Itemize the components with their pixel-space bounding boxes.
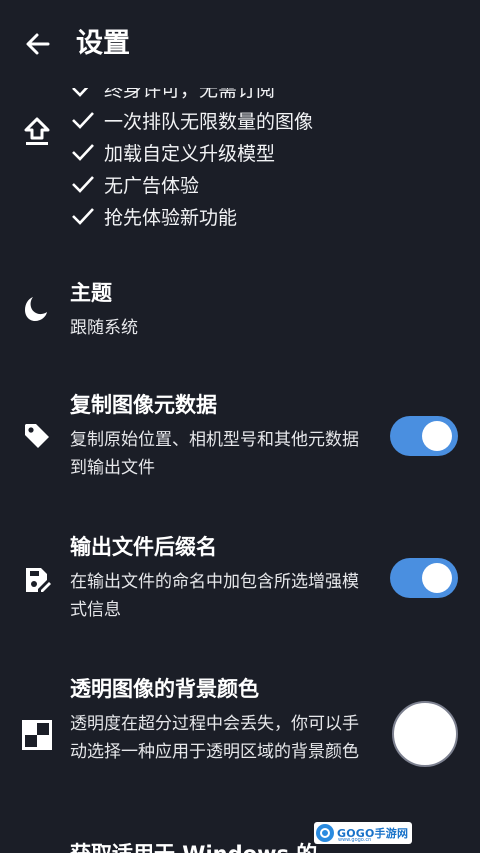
background-color-swatch[interactable]: [392, 701, 458, 767]
output-suffix-title: 输出文件后缀名: [70, 535, 217, 559]
feature-item: 无广告体验: [70, 168, 400, 200]
watermark-subtext: www.gogo.cn: [338, 837, 372, 843]
arrow-left-icon: [26, 33, 50, 55]
copy-metadata-toggle[interactable]: [390, 416, 458, 456]
check-icon: [72, 144, 94, 161]
toggle-knob: [422, 563, 452, 593]
check-icon: [72, 176, 94, 193]
watermark-logo-icon: [316, 824, 334, 842]
tag-icon: [20, 419, 54, 453]
moon-icon: [20, 292, 54, 326]
copy-metadata-setting[interactable]: 复制图像元数据 复制原始位置、相机型号和其他元数据到输出文件: [0, 388, 480, 488]
feature-item: 一次排队无限数量的图像: [70, 104, 400, 136]
feature-label: 一次排队无限数量的图像: [104, 110, 314, 133]
feature-item: 加载自定义升级模型: [70, 136, 400, 168]
theme-setting[interactable]: 主题 跟随系统: [0, 274, 480, 350]
back-button[interactable]: [16, 22, 60, 66]
feature-label: 加载自定义升级模型: [104, 142, 276, 165]
transparent-bg-description: 透明度在超分过程中会丢失，你可以手动选择一种应用于透明区域的背景颜色: [70, 714, 359, 762]
feature-label: 无广告体验: [104, 174, 200, 197]
app-bar: 设置: [0, 0, 480, 88]
feature-item: 抢先体验新功能: [70, 200, 400, 232]
copy-metadata-title: 复制图像元数据: [70, 393, 217, 417]
output-suffix-toggle[interactable]: [390, 558, 458, 598]
transparency-icon: [20, 718, 54, 752]
feature-label: 抢先体验新功能: [104, 206, 238, 229]
windows-download-title[interactable]: 获取适用于 Windows 的: [70, 838, 317, 853]
page-title: 设置: [76, 28, 130, 59]
output-suffix-setting[interactable]: 输出文件后缀名 在输出文件的命名中加包含所选增强模式信息: [0, 530, 480, 630]
upgrade-icon[interactable]: [22, 115, 52, 149]
theme-title: 主题: [70, 281, 112, 305]
transparent-bg-title: 透明图像的背景颜色: [70, 677, 259, 701]
check-icon: [72, 208, 94, 225]
theme-value: 跟随系统: [70, 318, 138, 338]
upgrade-feature-list[interactable]: 终身许可，无需订阅 一次排队无限数量的图像 加载自定义升级模型 无广告体验 抢先…: [70, 72, 400, 232]
copy-metadata-description: 复制原始位置、相机型号和其他元数据到输出文件: [70, 430, 359, 478]
output-suffix-description: 在输出文件的命名中加包含所选增强模式信息: [70, 572, 359, 620]
settings-screen: 终身许可，无需订阅 一次排队无限数量的图像 加载自定义升级模型 无广告体验 抢先…: [0, 0, 480, 853]
toggle-knob: [422, 421, 452, 451]
file-edit-icon: [20, 563, 54, 597]
watermark: GOGO手游网 www.gogo.cn: [314, 822, 413, 844]
settings-list: 终身许可，无需订阅 一次排队无限数量的图像 加载自定义升级模型 无广告体验 抢先…: [0, 0, 480, 853]
check-icon: [72, 112, 94, 129]
